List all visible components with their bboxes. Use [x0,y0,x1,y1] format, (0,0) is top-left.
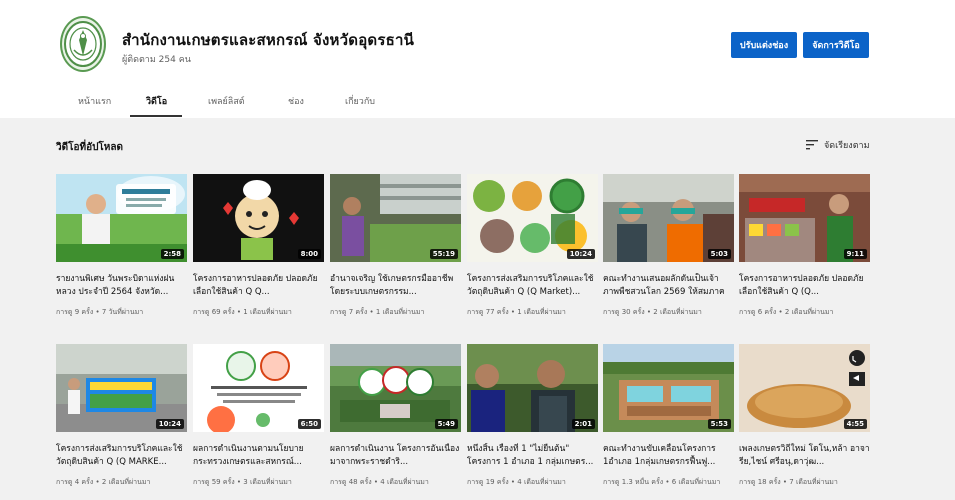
tab-playlists[interactable]: เพลย์ลิสต์ [208,94,245,108]
video-duration: 5:53 [707,419,731,429]
video-meta: การดู 48 ครั้ง • 4 เดือนที่ผ่านมา [330,478,429,486]
video-card[interactable]: 10:24 โครงการส่งเสริมการบริโภคและใช้วัตถ… [467,174,598,326]
video-card[interactable]: 5:53 คณะทำงานขับเคลื่อนโครงการ 1อำเภอ 1ก… [603,344,734,496]
video-meta: การดู 19 ครั้ง • 4 เดือนที่ผ่านมา [467,478,566,486]
video-thumbnail[interactable]: 2:58 [56,174,187,262]
customize-channel-button[interactable]: ปรับแต่งช่อง [731,32,797,58]
videos-content: วิดีโอที่อัปโหลด จัดเรียงตาม 2:58 รายงาน… [0,118,955,500]
channel-tabs: หน้าแรก วิดีโอ เพลย์ลิสต์ ช่อง เกี่ยวกับ [0,86,955,118]
video-title[interactable]: คณะทำงานเสนอผลักดันเป็นเจ้าภาพพืชสวนโลก … [603,273,734,299]
video-card[interactable]: 6:50 ผลการดำเนินงานตามนโยบายกระทรวงเกษตร… [193,344,324,496]
video-card[interactable]: 4:55 เพลงเกษตรวิถีใหม่ โดโน,หล้า อาจารีย… [739,344,870,496]
video-card[interactable]: 5:49 ผลการดำเนินงาน โครงการอันเนื่องมาจา… [330,344,461,496]
channel-name: สำนักงานเกษตรและสหกรณ์ จังหวัดอุดรธานี [122,31,415,49]
video-thumbnail[interactable]: 8:00 [193,174,324,262]
sort-button[interactable]: จัดเรียงตาม [806,138,870,152]
video-thumbnail[interactable]: 6:50 [193,344,324,432]
manage-videos-button[interactable]: จัดการวิดีโอ [803,32,869,58]
video-meta: การดู 77 ครั้ง • 1 เดือนที่ผ่านมา [467,308,566,316]
video-meta: การดู 18 ครั้ง • 7 เดือนที่ผ่านมา [739,478,838,486]
video-title[interactable]: โครงการส่งเสริมการบริโภคและใช้วัตถุดิบสิ… [467,273,598,299]
video-title[interactable]: โครงการส่งเสริมการบริโภคและใช้วัตถุดิบสิ… [56,443,187,469]
video-duration: 8:00 [297,249,321,259]
video-thumbnail[interactable]: 10:24 [467,174,598,262]
video-duration: 4:55 [843,419,867,429]
video-duration: 2:58 [160,249,184,259]
video-meta: การดู 7 ครั้ง • 1 เดือนที่ผ่านมา [330,308,425,316]
channel-header: สำนักงานเกษตรและสหกรณ์ จังหวัดอุดรธานี ผ… [0,0,955,118]
video-card[interactable]: 8:00 โครงการอาหารปลอดภัย ปลอดภัย เลือกใช… [193,174,324,326]
video-thumbnail[interactable]: 55:19 [330,174,461,262]
video-duration: 10:24 [566,249,595,259]
active-tab-indicator [130,115,182,117]
video-meta: การดู 9 ครั้ง • 7 วันที่ผ่านมา [56,308,144,316]
video-thumbnail[interactable]: 5:49 [330,344,461,432]
video-meta: การดู 6 ครั้ง • 2 เดือนที่ผ่านมา [739,308,834,316]
sort-label: จัดเรียงตาม [824,141,870,151]
video-card[interactable]: 2:01 หนึ่งสิ้น เรื่องที่ 1 "ไม่ยืนต้น" โ… [467,344,598,496]
video-card[interactable]: 9:11 โครงการอาหารปลอดภัย ปลอดภัย เลือกใช… [739,174,870,326]
video-title[interactable]: โครงการอาหารปลอดภัย ปลอดภัย เลือกใช้สินค… [739,273,870,299]
video-card[interactable]: 5:03 คณะทำงานเสนอผลักดันเป็นเจ้าภาพพืชสว… [603,174,734,326]
video-meta: การดู 30 ครั้ง • 2 เดือนที่ผ่านมา [603,308,702,316]
video-title[interactable]: อำนาจเจริญ ใช้เกษตรกรมืออาชีพ โดยระบบเกษ… [330,273,461,299]
video-duration: 55:19 [429,249,458,259]
video-title[interactable]: คณะทำงานขับเคลื่อนโครงการ 1อำเภอ 1กลุ่มเ… [603,443,734,469]
video-card[interactable]: 55:19 อำนาจเจริญ ใช้เกษตรกรมืออาชีพ โดยร… [330,174,461,326]
video-duration: 6:50 [297,419,321,429]
subscriber-count: ผู้ติดตาม 254 คน [122,55,191,65]
video-duration: 10:24 [155,419,184,429]
video-thumbnail[interactable]: 2:01 [467,344,598,432]
video-title[interactable]: ผลการดำเนินงาน โครงการอันเนื่องมาจากพระร… [330,443,461,469]
section-title: วิดีโอที่อัปโหลด [56,142,124,153]
video-meta: การดู 1.3 หมื่น ครั้ง • 6 เดือนที่ผ่านมา [603,478,721,486]
video-title[interactable]: รายงานพิเศษ วันพระบิดาแห่งฝนหลวง ประจำปี… [56,273,187,299]
video-meta: การดู 4 ครั้ง • 2 เดือนที่ผ่านมา [56,478,151,486]
video-title[interactable]: เพลงเกษตรวิถีใหม่ โดโน,หล้า อาจารีย,ไชน์… [739,443,870,469]
video-title[interactable]: โครงการอาหารปลอดภัย ปลอดภัย เลือกใช้สินค… [193,273,324,299]
tab-videos[interactable]: วิดีโอ [146,94,167,108]
video-duration: 9:11 [843,249,867,259]
video-card[interactable]: 10:24 โครงการส่งเสริมการบริโภคและใช้วัตถ… [56,344,187,496]
video-card[interactable]: 2:58 รายงานพิเศษ วันพระบิดาแห่งฝนหลวง ปร… [56,174,187,326]
video-thumbnail[interactable]: 9:11 [739,174,870,262]
sort-icon [806,140,818,150]
tab-about[interactable]: เกี่ยวกับ [345,94,375,108]
video-duration: 5:03 [707,249,731,259]
video-title[interactable]: หนึ่งสิ้น เรื่องที่ 1 "ไม่ยืนต้น" โครงกา… [467,443,598,469]
tab-channels[interactable]: ช่อง [288,94,304,108]
video-thumbnail[interactable]: 4:55 [739,344,870,432]
video-title[interactable]: ผลการดำเนินงานตามนโยบายกระทรวงเกษตรและสห… [193,443,324,469]
video-thumbnail[interactable]: 10:24 [56,344,187,432]
video-meta: การดู 69 ครั้ง • 1 เดือนที่ผ่านมา [193,308,292,316]
video-thumbnail[interactable]: 5:03 [603,174,734,262]
video-duration: 5:49 [434,419,458,429]
government-seal-icon [64,21,102,67]
tab-home[interactable]: หน้าแรก [78,94,111,108]
video-meta: การดู 59 ครั้ง • 3 เดือนที่ผ่านมา [193,478,292,486]
channel-avatar[interactable] [60,16,106,72]
video-duration: 2:01 [571,419,595,429]
video-thumbnail[interactable]: 5:53 [603,344,734,432]
